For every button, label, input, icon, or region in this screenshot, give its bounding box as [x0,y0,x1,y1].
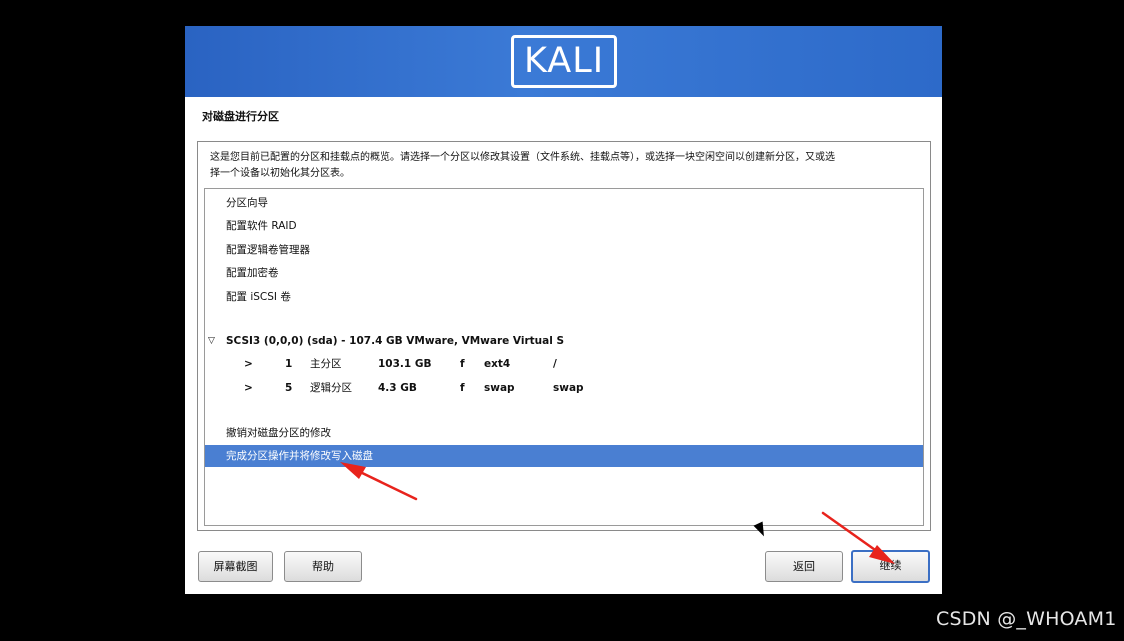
watermark-text: CSDN @_WHOAM1 [936,608,1117,630]
annotation-arrows [340,462,895,564]
annotation-arrow-to-continue [821,511,895,564]
annotation-arrow-to-finish [340,462,418,501]
